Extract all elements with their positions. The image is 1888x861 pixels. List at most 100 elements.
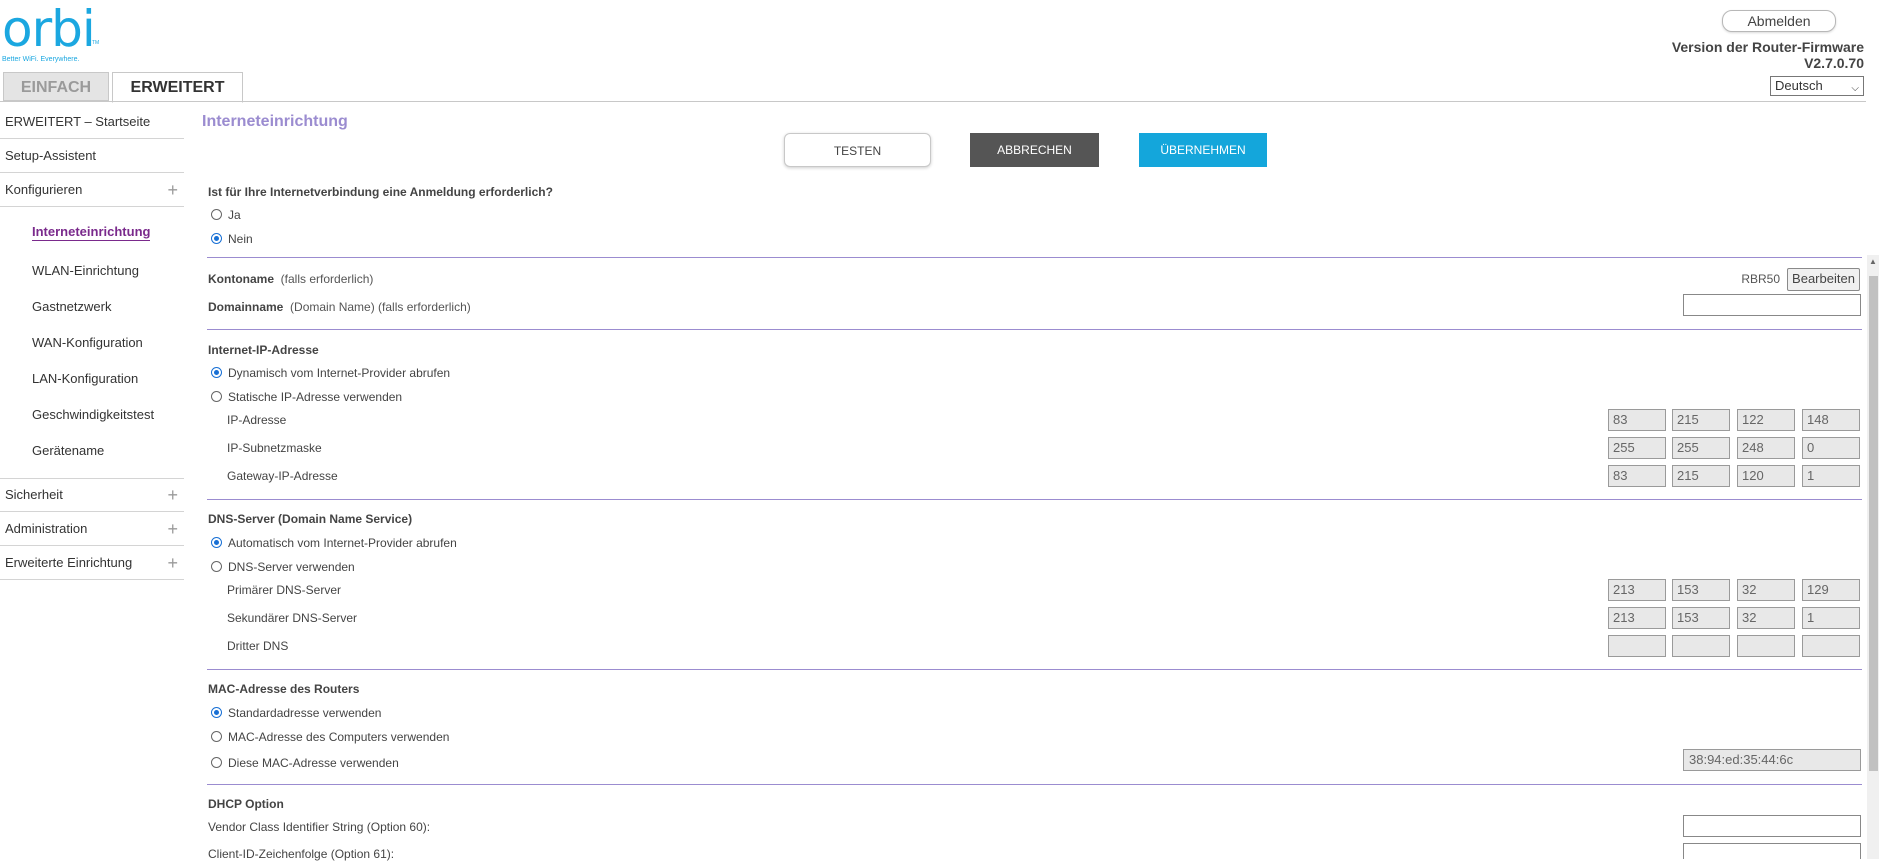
sidebar-item-configure[interactable]: Konfigurieren +: [0, 173, 184, 207]
primary-dns-octet-1[interactable]: 213: [1608, 579, 1666, 601]
sidebar-subitem-device-name[interactable]: Gerätename: [32, 443, 104, 458]
sidebar-item-label: Administration: [5, 521, 88, 536]
tab-einfach[interactable]: EINFACH: [3, 72, 109, 101]
radio-dns-manual[interactable]: [211, 561, 222, 572]
sidebar-subitem-lan-config[interactable]: LAN-Konfiguration: [32, 371, 138, 386]
radio-label: MAC-Adresse des Computers verwenden: [228, 730, 450, 744]
sidebar-item-label: Erweiterte Einrichtung: [5, 555, 133, 570]
logo-text: orbi: [2, 0, 96, 58]
sidebar-item-label: Sicherheit: [5, 487, 63, 502]
radio-label: Dynamisch vom Internet-Provider abrufen: [228, 366, 451, 380]
expand-plus-icon[interactable]: +: [167, 512, 178, 546]
sidebar-subitem-internet-setup[interactable]: Interneteinrichtung: [32, 224, 151, 241]
mac-default-option[interactable]: Standardadresse verwenden: [211, 706, 381, 720]
sidebar-subitem-wan-config[interactable]: WAN-Konfiguration: [32, 335, 143, 350]
ip-dynamic-option[interactable]: Dynamisch vom Internet-Provider abrufen: [211, 366, 450, 380]
sidebar-item-setup-assistant[interactable]: Setup-Assistent: [0, 139, 184, 173]
radio-mac-custom[interactable]: [211, 757, 222, 768]
ip-octet-2[interactable]: 215: [1672, 409, 1730, 431]
domain-name-input[interactable]: [1683, 294, 1861, 316]
radio-label: Ja: [228, 208, 241, 222]
gateway-octet-1[interactable]: 83: [1608, 465, 1666, 487]
primary-dns-octet-2[interactable]: 153: [1672, 579, 1730, 601]
expand-plus-icon[interactable]: +: [167, 173, 178, 207]
third-dns-label: Dritter DNS: [227, 639, 289, 653]
secondary-dns-octet-3[interactable]: 32: [1737, 607, 1795, 629]
primary-dns-octet-3[interactable]: 32: [1737, 579, 1795, 601]
login-question: Ist für Ihre Internetverbindung eine Anm…: [208, 185, 553, 199]
login-no-option[interactable]: Nein: [211, 232, 253, 246]
scrollbar-thumb[interactable]: [1869, 276, 1878, 771]
tab-erweitert[interactable]: ERWEITERT: [112, 72, 243, 103]
apply-button[interactable]: ÜBERNEHMEN: [1139, 133, 1267, 167]
radio-label: Standardadresse verwenden: [228, 706, 382, 720]
account-name-title: Kontoname: [208, 272, 274, 286]
sidebar-subitem-wlan-setup[interactable]: WLAN-Einrichtung: [32, 263, 139, 278]
sidebar-item-administration[interactable]: Administration +: [0, 512, 184, 546]
radio-ip-dynamic[interactable]: [211, 367, 222, 378]
logo-tagline: Better WiFi. Everywhere.: [2, 56, 80, 63]
scroll-up-arrow-icon[interactable]: ▲: [1867, 257, 1879, 271]
domain-name-title: Domainname: [208, 300, 284, 314]
radio-dns-auto[interactable]: [211, 537, 222, 548]
radio-login-yes[interactable]: [211, 209, 222, 220]
mask-octet-3[interactable]: 248: [1737, 437, 1795, 459]
radio-login-no[interactable]: [211, 233, 222, 244]
radio-ip-static[interactable]: [211, 391, 222, 402]
third-dns-octet-3[interactable]: [1737, 635, 1795, 657]
secondary-dns-octet-1[interactable]: 213: [1608, 607, 1666, 629]
gateway-octet-2[interactable]: 215: [1672, 465, 1730, 487]
language-select[interactable]: Deutsch ⌵: [1770, 76, 1864, 96]
ip-static-option[interactable]: Statische IP-Adresse verwenden: [211, 390, 402, 404]
third-dns-octet-1[interactable]: [1608, 635, 1666, 657]
cancel-button[interactable]: ABBRECHEN: [970, 133, 1099, 167]
mask-octet-2[interactable]: 255: [1672, 437, 1730, 459]
client-id-input[interactable]: [1683, 843, 1861, 859]
sidebar-item-advanced-setup[interactable]: Erweiterte Einrichtung +: [0, 546, 184, 580]
sidebar-item-home[interactable]: ERWEITERT – Startseite: [0, 105, 184, 139]
dns-manual-option[interactable]: DNS-Server verwenden: [211, 560, 355, 574]
mac-custom-option[interactable]: Diese MAC-Adresse verwenden: [211, 756, 399, 770]
section-divider: [207, 257, 1862, 258]
ip-octet-1[interactable]: 83: [1608, 409, 1666, 431]
sidebar-subitem-guest-network[interactable]: Gastnetzwerk: [32, 299, 111, 314]
mask-octet-1[interactable]: 255: [1608, 437, 1666, 459]
radio-label: DNS-Server verwenden: [228, 560, 355, 574]
radio-mac-default[interactable]: [211, 707, 222, 718]
section-divider: [207, 784, 1862, 785]
orbi-logo: orbi TM Better WiFi. Everywhere.: [2, 4, 112, 68]
edit-button[interactable]: Bearbeiten: [1787, 268, 1860, 291]
radio-mac-computer[interactable]: [211, 731, 222, 742]
third-dns-octet-2[interactable]: [1672, 635, 1730, 657]
expand-plus-icon[interactable]: +: [167, 478, 178, 512]
ip-section-title: Internet-IP-Adresse: [208, 343, 319, 357]
logout-button[interactable]: Abmelden: [1722, 10, 1836, 32]
gateway-octet-4[interactable]: 1: [1802, 465, 1860, 487]
ip-octet-3[interactable]: 122: [1737, 409, 1795, 431]
sidebar-item-label: Setup-Assistent: [5, 148, 97, 163]
account-name-label: Kontoname (falls erforderlich): [208, 272, 373, 286]
secondary-dns-octet-4[interactable]: 1: [1802, 607, 1860, 629]
primary-dns-octet-4[interactable]: 129: [1802, 579, 1860, 601]
dns-auto-option[interactable]: Automatisch vom Internet-Provider abrufe…: [211, 536, 457, 550]
secondary-dns-octet-2[interactable]: 153: [1672, 607, 1730, 629]
mac-computer-option[interactable]: MAC-Adresse des Computers verwenden: [211, 730, 449, 744]
gateway-octet-3[interactable]: 120: [1737, 465, 1795, 487]
radio-label: Statische IP-Adresse verwenden: [228, 390, 403, 404]
sidebar-item-security[interactable]: Sicherheit +: [0, 478, 184, 512]
account-name-value: RBR50: [1741, 272, 1780, 286]
secondary-dns-label: Sekundärer DNS-Server: [227, 611, 358, 625]
login-yes-option[interactable]: Ja: [211, 208, 241, 222]
mask-octet-4[interactable]: 0: [1802, 437, 1860, 459]
expand-plus-icon[interactable]: +: [167, 546, 178, 580]
mac-address-input[interactable]: 38:94:ed:35:44:6c: [1683, 749, 1861, 771]
ip-address-label: IP-Adresse: [227, 413, 287, 427]
sidebar-item-label: Konfigurieren: [5, 182, 83, 197]
third-dns-octet-4[interactable]: [1802, 635, 1860, 657]
vendor-class-input[interactable]: [1683, 815, 1861, 837]
test-button[interactable]: TESTEN: [784, 133, 931, 167]
sidebar-subitem-speed-test[interactable]: Geschwindigkeitstest: [32, 407, 154, 422]
logo-trademark: TM: [92, 40, 100, 46]
firmware-version: V2.7.0.70: [1804, 55, 1864, 71]
ip-octet-4[interactable]: 148: [1802, 409, 1860, 431]
